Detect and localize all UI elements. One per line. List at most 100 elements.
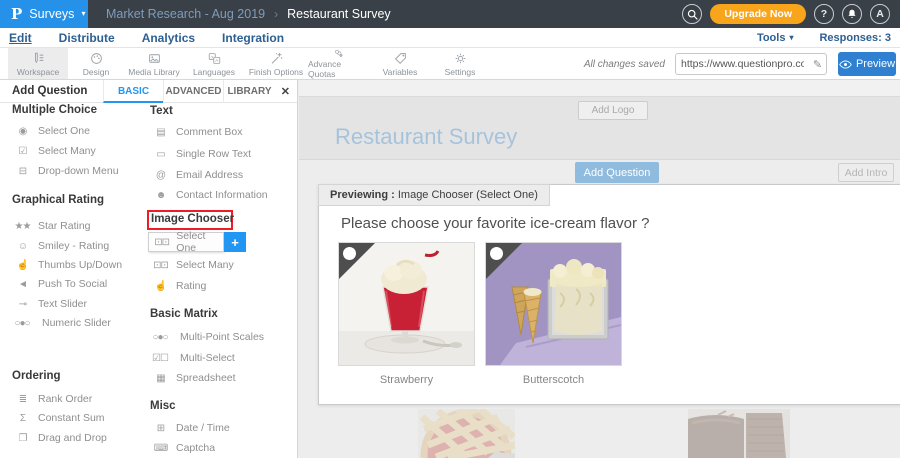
menu-distribute[interactable]: Distribute	[59, 31, 115, 45]
qtype-date-time[interactable]: ⊞Date / Time	[152, 420, 230, 436]
qtype-select-one[interactable]: ◉Select One	[14, 123, 90, 139]
thumb-icon: ☝	[14, 260, 31, 271]
notifications-button[interactable]	[842, 4, 862, 24]
breadcrumb: Market Research - Aug 2019 › Restaurant …	[106, 7, 391, 21]
qtype-drag-and-drop[interactable]: ❐Drag and Drop	[14, 430, 107, 446]
qtype-comment-box[interactable]: ▤Comment Box	[152, 124, 243, 140]
add-image-question-button[interactable]: +	[224, 232, 246, 252]
survey-url-input[interactable]	[676, 58, 809, 70]
upgrade-now-button[interactable]: Upgrade Now	[710, 4, 806, 24]
section-image-chooser: Image Chooser	[151, 213, 234, 225]
surveys-menu-button[interactable]: P Surveys ▾	[0, 0, 88, 28]
strawberry-image[interactable]	[338, 242, 475, 366]
toolbar-media-library[interactable]: Media Library	[124, 48, 184, 79]
qtype-multi-select[interactable]: ☑☐Multi-Select	[147, 350, 235, 366]
radio-icon: ◉	[14, 126, 31, 137]
menu-edit[interactable]: Edit	[9, 31, 32, 45]
questionpro-logo: P	[11, 5, 22, 23]
product-name: Surveys	[29, 7, 74, 21]
qtype-constant-sum[interactable]: ΣConstant Sum	[14, 410, 105, 426]
butterscotch-image[interactable]	[485, 242, 622, 366]
qtype-spreadsheet[interactable]: ▦Spreadsheet	[152, 370, 236, 386]
qtype-numeric-slider[interactable]: ○●○Numeric Slider	[9, 315, 111, 331]
survey-title[interactable]: Restaurant Survey	[335, 124, 517, 150]
menu-analytics[interactable]: Analytics	[142, 31, 195, 45]
close-icon[interactable]: ✕	[281, 85, 290, 98]
radio-indicator[interactable]	[490, 247, 503, 260]
panel-title: Add Question	[12, 85, 87, 97]
toolbar-advance-quotas[interactable]: Advance Quotas	[308, 48, 368, 79]
tools-dropdown[interactable]: Tools ▾	[757, 32, 794, 44]
toolbar-variables[interactable]: Variables	[370, 48, 430, 79]
responses-count[interactable]: Responses: 3	[819, 32, 891, 44]
qtype-email-address[interactable]: @Email Address	[152, 167, 243, 183]
qtype-image-rating[interactable]: ☝Rating	[152, 278, 206, 294]
previewing-subject: Image Chooser (Select One)	[395, 189, 538, 201]
menu-integration[interactable]: Integration	[222, 31, 284, 45]
add-logo-button[interactable]: Add Logo	[578, 101, 648, 120]
grid-icon: ▦	[152, 373, 169, 384]
search-button[interactable]	[682, 4, 702, 24]
numeric-slider-icon: ○●○	[9, 318, 35, 329]
section-text: Text	[150, 105, 173, 117]
choice-label: Butterscotch	[485, 374, 622, 386]
main-top-strip	[299, 80, 900, 96]
qtype-dropdown-menu[interactable]: ⊟Drop-down Menu	[14, 163, 119, 179]
image-choice-icon: ⊡⊡	[154, 237, 169, 248]
eye-icon	[839, 60, 852, 69]
add-intro-button[interactable]: Add Intro	[838, 163, 894, 182]
edit-url-icon[interactable]: ✎	[809, 58, 826, 71]
add-question-button[interactable]: Add Question	[575, 162, 659, 183]
qtype-image-select-one[interactable]: ⊡⊡Select One	[148, 232, 224, 252]
toolbar-workspace[interactable]: Workspace	[8, 48, 68, 79]
qtype-push-to-social[interactable]: ◄Push To Social	[14, 276, 107, 292]
survey-toolbar: Workspace Design Media Library xA Langua…	[0, 48, 900, 80]
qtype-select-many[interactable]: ☑Select Many	[14, 143, 96, 159]
qtype-image-select-many[interactable]: ⊡⊡Select Many	[152, 257, 234, 273]
tab-library[interactable]: LIBRARY	[223, 80, 275, 103]
question-preview-panel: Previewing : Image Chooser (Select One) …	[318, 184, 900, 405]
search-icon	[686, 8, 699, 21]
question-mark-icon: ?	[821, 8, 827, 20]
textfield-icon: ▭	[152, 149, 169, 160]
survey-url-box: ✎	[675, 53, 827, 75]
qtype-multi-point-scales[interactable]: ○●○Multi-Point Scales	[147, 329, 264, 345]
qtype-thumbs-up-down[interactable]: ☝Thumbs Up/Down	[14, 257, 122, 273]
qtype-rank-order[interactable]: ≣Rank Order	[14, 391, 92, 407]
next-question-cake-image	[688, 409, 790, 458]
menubar-right: Tools ▾ Responses: 3	[757, 32, 900, 44]
section-multiple-choice: Multiple Choice	[12, 104, 97, 116]
toolbar-languages[interactable]: xA Languages	[184, 48, 244, 79]
caret-down-icon: ▾	[789, 34, 793, 42]
tab-advanced[interactable]: ADVANCED	[163, 80, 223, 103]
qtype-single-row-text[interactable]: ▭Single Row Text	[152, 146, 251, 162]
image-icon	[147, 51, 162, 66]
scale-points-icon: ○●○	[147, 332, 173, 343]
account-avatar[interactable]: A	[870, 4, 890, 24]
at-icon: @	[152, 170, 169, 181]
toolbar-settings[interactable]: Settings	[430, 48, 490, 79]
qtype-star-rating[interactable]: ★★Star Rating	[14, 218, 91, 234]
question-text: Please choose your favorite ice-cream fl…	[341, 215, 649, 232]
qtype-text-slider[interactable]: ⊸Text Slider	[14, 296, 87, 312]
breadcrumb-separator: ›	[274, 7, 278, 21]
section-misc: Misc	[150, 400, 176, 412]
slider-icon: ⊸	[14, 299, 31, 310]
breadcrumb-parent[interactable]: Market Research - Aug 2019	[106, 7, 265, 21]
help-button[interactable]: ?	[814, 4, 834, 24]
qtype-smiley-rating[interactable]: ☺Smiley - Rating	[14, 238, 109, 254]
gear-icon	[453, 51, 468, 66]
choice-card-strawberry[interactable]: Strawberry	[338, 242, 475, 386]
choice-card-butterscotch[interactable]: Butterscotch	[485, 242, 622, 386]
tab-basic[interactable]: BASIC	[103, 80, 163, 103]
multi-check-icon: ☑☐	[147, 353, 173, 364]
qtype-captcha[interactable]: ⌨Captcha	[152, 440, 215, 456]
toolbar-finish-options[interactable]: Finish Options	[246, 48, 306, 79]
radio-indicator[interactable]	[343, 247, 356, 260]
avatar-initial: A	[876, 8, 884, 20]
qtype-contact-information[interactable]: ☻Contact Information	[152, 187, 268, 203]
magic-wand-icon	[269, 51, 284, 66]
toolbar-design[interactable]: Design	[66, 48, 126, 79]
calendar-icon: ⊞	[152, 423, 169, 434]
preview-button[interactable]: Preview	[838, 52, 896, 76]
